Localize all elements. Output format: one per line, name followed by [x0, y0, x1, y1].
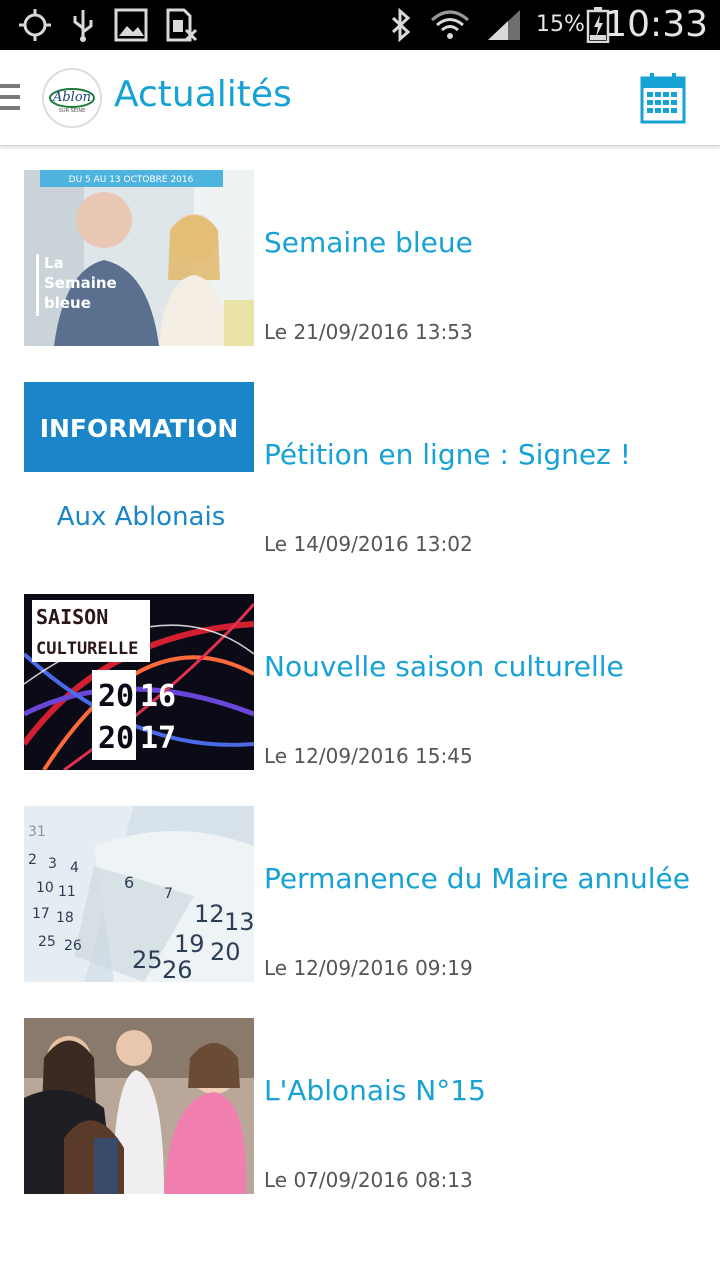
app-logo[interactable]: Ablon SUR SEINE: [42, 68, 102, 128]
svg-text:26: 26: [162, 956, 193, 982]
svg-text:Semaine: Semaine: [44, 274, 117, 292]
status-bar: 15% 10:33: [0, 0, 720, 50]
svg-text:7: 7: [164, 886, 173, 902]
news-title: Pétition en ligne : Signez !: [264, 438, 631, 471]
svg-text:26: 26: [64, 938, 82, 954]
svg-text:17: 17: [140, 721, 176, 756]
svg-text:SAISON: SAISON: [36, 605, 108, 629]
bluetooth-icon: [388, 8, 414, 42]
news-date: Le 12/09/2016 09:19: [264, 956, 473, 980]
svg-text:20: 20: [98, 679, 134, 714]
news-date: Le 21/09/2016 13:53: [264, 320, 473, 344]
news-title: Permanence du Maire annulée: [264, 862, 690, 895]
svg-text:SUR SEINE: SUR SEINE: [59, 108, 86, 114]
svg-text:DU 5 AU 13 OCTOBRE 2016: DU 5 AU 13 OCTOBRE 2016: [69, 175, 194, 185]
hamburger-menu-icon[interactable]: [0, 84, 20, 114]
news-list: DU 5 AU 13 OCTOBRE 2016 La Semaine bleue…: [0, 170, 720, 1230]
svg-text:11: 11: [58, 884, 76, 900]
svg-text:Ablon: Ablon: [52, 90, 91, 105]
svg-text:10: 10: [36, 880, 54, 896]
svg-text:6: 6: [124, 873, 134, 892]
svg-text:La: La: [44, 254, 64, 272]
svg-text:19: 19: [174, 930, 205, 958]
svg-text:13: 13: [224, 908, 254, 936]
sim-icon: [164, 8, 198, 42]
news-thumbnail: [24, 1018, 254, 1194]
signal-icon: [486, 8, 522, 42]
svg-text:20: 20: [210, 938, 241, 966]
image-icon: [114, 8, 148, 42]
ablon-logo-icon: Ablon SUR SEINE: [49, 88, 95, 114]
svg-text:4: 4: [70, 860, 79, 876]
news-title: L'Ablonais N°15: [264, 1074, 486, 1107]
news-item[interactable]: SAISON CULTURELLE 20 20 16 17 Nouvelle s…: [0, 594, 720, 806]
news-date: Le 12/09/2016 15:45: [264, 744, 473, 768]
svg-text:20: 20: [98, 721, 134, 756]
news-title: Nouvelle saison culturelle: [264, 650, 624, 683]
page-title: Actualités: [114, 74, 292, 115]
svg-text:17: 17: [32, 906, 50, 922]
usb-icon: [70, 8, 96, 42]
news-date: Le 14/09/2016 13:02: [264, 532, 473, 556]
svg-text:31: 31: [28, 824, 46, 840]
clock: 10:33: [604, 4, 708, 45]
news-thumbnail: 31 234 10 11 17 18 25 26 6 7 12 13 19 20 25 26: [24, 806, 254, 982]
news-thumbnail: INFORMATION Aux Ablonais: [24, 382, 254, 558]
svg-text:18: 18: [56, 910, 74, 926]
app-bar: Ablon SUR SEINE Actualités: [0, 50, 720, 146]
news-date: Le 07/09/2016 08:13: [264, 1168, 473, 1192]
svg-text:Aux Ablonais: Aux Ablonais: [57, 502, 226, 532]
svg-text:25: 25: [38, 934, 56, 950]
news-thumbnail: DU 5 AU 13 OCTOBRE 2016 La Semaine bleue: [24, 170, 254, 346]
news-item[interactable]: INFORMATION Aux Ablonais Pétition en lig…: [0, 382, 720, 594]
svg-text:bleue: bleue: [44, 294, 91, 312]
svg-text:2: 2: [28, 852, 37, 868]
news-thumbnail: SAISON CULTURELLE 20 20 16 17: [24, 594, 254, 770]
svg-text:12: 12: [194, 900, 225, 928]
news-item[interactable]: DU 5 AU 13 OCTOBRE 2016 La Semaine bleue…: [0, 170, 720, 382]
news-item[interactable]: 31 234 10 11 17 18 25 26 6 7 12 13 19 20 25 26…: [0, 806, 720, 1018]
svg-text:CULTURELLE: CULTURELLE: [36, 639, 138, 659]
svg-text:INFORMATION: INFORMATION: [40, 414, 239, 443]
calendar-icon[interactable]: [640, 72, 686, 124]
news-item[interactable]: L'Ablonais N°15 Le 07/09/2016 08:13: [0, 1018, 720, 1230]
svg-text:3: 3: [48, 856, 57, 872]
svg-text:25: 25: [132, 946, 163, 974]
gps-icon: [18, 8, 52, 42]
svg-text:16: 16: [140, 679, 176, 714]
wifi-icon: [430, 8, 470, 42]
news-title: Semaine bleue: [264, 226, 473, 259]
battery-percent: 15%: [536, 12, 585, 37]
